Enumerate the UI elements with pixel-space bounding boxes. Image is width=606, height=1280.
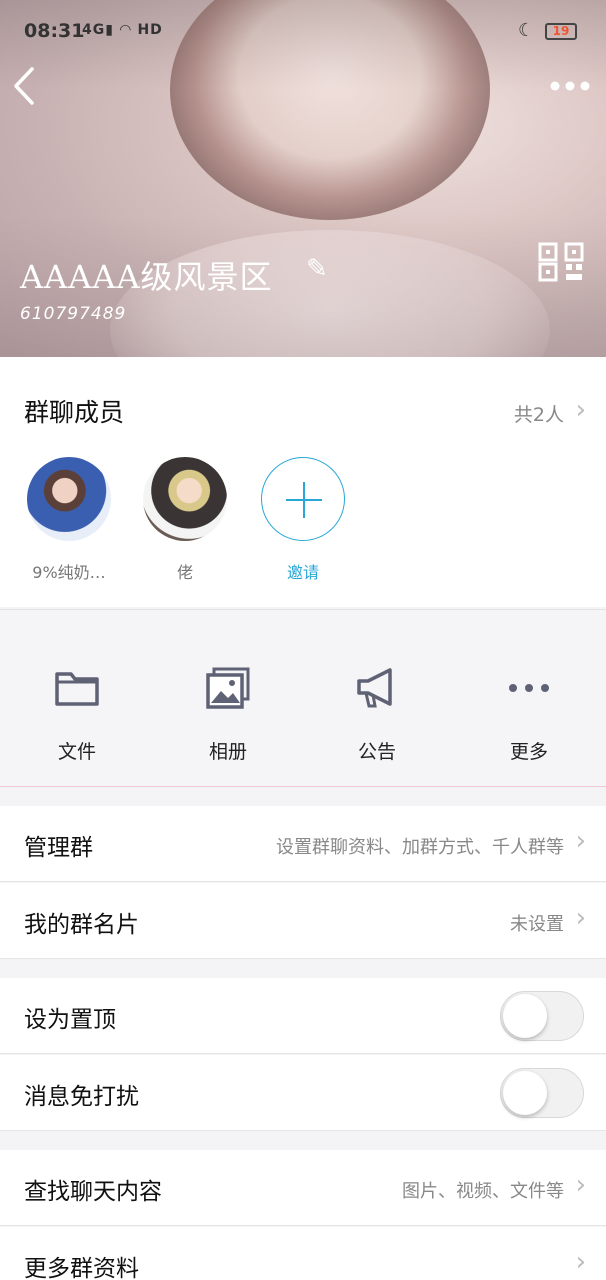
action-label: 公告 <box>357 741 396 763</box>
search-history-row[interactable]: 查找聊天内容 图片、视频、文件等 › <box>0 1150 606 1226</box>
mute-row: 消息免打扰 <box>0 1055 606 1131</box>
plus-icon[interactable] <box>261 457 345 541</box>
folder-icon <box>55 672 99 706</box>
row-label: 查找聊天内容 <box>24 1179 162 1205</box>
battery-icon: 19 <box>545 23 577 40</box>
announcement-button[interactable]: 公告 <box>322 665 432 764</box>
row-label: 消息免打扰 <box>24 1084 139 1110</box>
status-time: 08:31 <box>24 20 85 42</box>
row-label: 我的群名片 <box>24 912 139 938</box>
moon-icon: ☾ <box>518 20 535 41</box>
files-button[interactable]: 文件 <box>22 665 132 764</box>
qr-code-icon[interactable] <box>538 242 586 282</box>
chevron-right-icon[interactable]: › <box>576 395 586 425</box>
status-bar: 08:31 4G▮ ◠ HD ☾ 19 <box>0 14 606 50</box>
avatar[interactable] <box>143 457 227 541</box>
avatar[interactable] <box>27 457 111 541</box>
signal-icon: 4G▮ ◠ HD <box>82 22 163 38</box>
more-icon <box>509 684 549 692</box>
row-label: 管理群 <box>24 835 93 861</box>
mute-toggle[interactable] <box>500 1068 584 1118</box>
member-item[interactable]: 9%纯奶… <box>24 457 114 583</box>
more-actions-button[interactable]: 更多 <box>474 665 584 764</box>
more-horizontal-icon <box>550 81 590 91</box>
members-section: 群聊成员 共2人 › 9%纯奶… 佬 邀请 <box>0 357 606 607</box>
chevron-right-icon: › <box>575 903 586 933</box>
action-label: 相册 <box>208 741 247 763</box>
invite-button[interactable]: 邀请 <box>258 457 348 583</box>
members-count[interactable]: 共2人 <box>514 400 564 427</box>
group-header: 08:31 4G▮ ◠ HD ☾ 19 AAAAA级风景区 ✎ 61079748… <box>0 0 606 357</box>
pencil-icon[interactable]: ✎ <box>306 254 328 284</box>
chevron-right-icon: › <box>575 1247 586 1277</box>
action-label: 文件 <box>57 741 96 763</box>
megaphone-icon <box>357 668 392 708</box>
row-value: 设置群聊资料、加群方式、千人群等 <box>276 837 564 858</box>
member-item[interactable]: 佬 <box>140 457 230 583</box>
member-name: 佬 <box>176 563 193 582</box>
chevron-right-icon: › <box>575 1170 586 1200</box>
invite-label: 邀请 <box>286 563 319 582</box>
back-button[interactable] <box>12 66 42 110</box>
group-card-row[interactable]: 我的群名片 未设置 › <box>0 883 606 959</box>
members-title: 群聊成员 <box>24 398 125 427</box>
row-value: 图片、视频、文件等 <box>402 1181 564 1202</box>
quick-actions: 文件 相册 公告 更多 <box>0 609 606 787</box>
row-value: 未设置 <box>510 914 564 935</box>
chevron-right-icon: › <box>575 826 586 856</box>
row-label: 更多群资料 <box>24 1256 139 1280</box>
group-id: 610797489 <box>20 304 127 324</box>
album-button[interactable]: 相册 <box>173 665 283 764</box>
pin-chat-row: 设为置顶 <box>0 978 606 1054</box>
more-options-button[interactable] <box>550 74 594 94</box>
more-group-info-row[interactable]: 更多群资料 › <box>0 1227 606 1280</box>
chevron-left-icon <box>14 67 34 105</box>
action-label: 更多 <box>509 741 548 763</box>
row-label: 设为置顶 <box>24 1007 116 1033</box>
photo-album-icon <box>206 667 250 709</box>
manage-group-row[interactable]: 管理群 设置群聊资料、加群方式、千人群等 › <box>0 806 606 882</box>
group-name: AAAAA级风景区 <box>20 258 273 296</box>
pin-toggle[interactable] <box>500 991 584 1041</box>
member-name: 9%纯奶… <box>32 563 106 582</box>
